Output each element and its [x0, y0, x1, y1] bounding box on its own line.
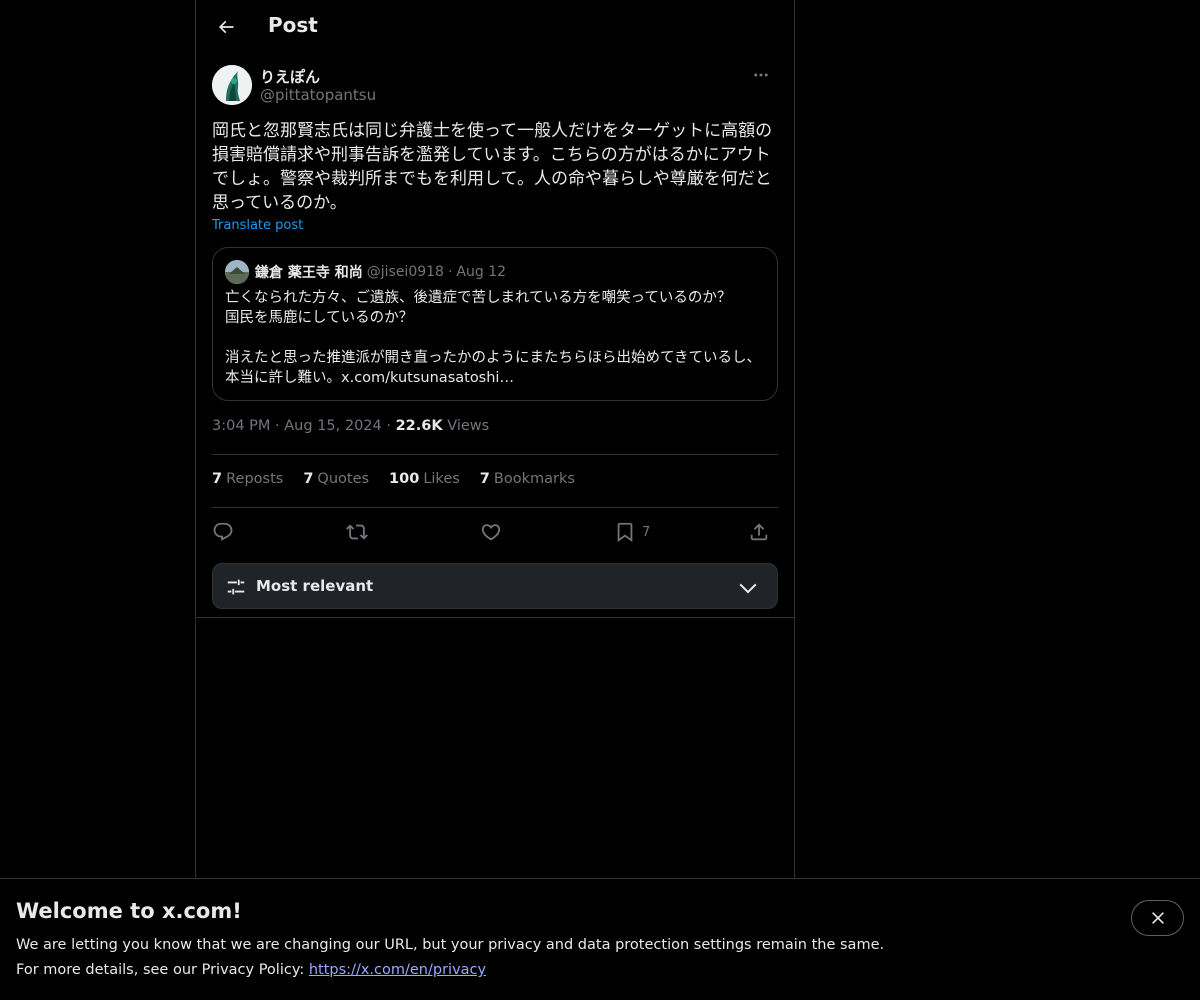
views-label: Views [447, 418, 490, 434]
bookmarks-stat[interactable]: 7 Bookmarks [480, 471, 575, 493]
post-stats: 7 Reposts 7 Quotes 100 Likes 7 Bookmarks [212, 471, 575, 493]
close-banner-button[interactable] [1131, 900, 1184, 936]
quoted-avatar-image-icon [225, 260, 249, 284]
likes-stat[interactable]: 100 Likes [389, 471, 460, 493]
quoted-author-avatar [225, 260, 249, 284]
like-button[interactable] [480, 516, 502, 548]
divider [196, 617, 794, 618]
back-arrow-icon [218, 20, 234, 34]
url-change-banner: Welcome to x.com! We are letting you kno… [0, 878, 1200, 1000]
bookmark-icon [617, 522, 633, 543]
bookmark-button[interactable]: 7 [614, 516, 650, 548]
avatar-image-icon [212, 65, 252, 105]
quoted-author-name: 鎌倉 薬王寺 和尚 [255, 265, 363, 281]
reply-icon [213, 522, 233, 541]
like-icon [481, 524, 501, 541]
page-header: Post [196, 0, 794, 54]
more-options-button[interactable] [744, 64, 778, 86]
meta-separator: · [275, 418, 280, 434]
share-icon [750, 523, 768, 541]
repost-button[interactable] [346, 516, 368, 548]
privacy-policy-link[interactable]: https://x.com/en/privacy [309, 962, 486, 978]
reply-sort-dropdown[interactable]: Most relevant [212, 563, 778, 609]
author-display-name[interactable]: りえぽん [260, 66, 320, 87]
quoted-post-date: Aug 12 [456, 264, 507, 280]
post-text: 岡氏と忽那賢志氏は同じ弁護士を使って一般人だけをターゲットに高額の損害賠償請求や… [212, 121, 773, 213]
quotes-stat[interactable]: 7 Quotes [303, 471, 369, 493]
divider [212, 507, 778, 508]
close-icon [1151, 912, 1164, 924]
back-button[interactable] [208, 9, 244, 45]
quoted-author-handle: @jisei0918 [366, 264, 444, 280]
banner-title: Welcome to x.com! [16, 899, 242, 923]
banner-message: We are letting you know that we are chan… [16, 937, 885, 953]
page-title: Post [268, 13, 318, 37]
bookmark-count: 7 [642, 524, 651, 540]
quoted-post-text: 亡くなられた方々、ご遺族、後遺症で苦しまれている方を嘲笑っているのか？ 国民を馬… [225, 290, 762, 386]
sliders-icon [227, 579, 245, 595]
primary-column: Post りえぽん @pittatopantsu 岡氏と忽那賢志氏は同じ弁護士を… [195, 0, 795, 878]
more-dots-icon [754, 73, 768, 77]
author-avatar[interactable] [212, 65, 252, 105]
chevron-down-icon [739, 583, 757, 594]
post-author: りえぽん @pittatopantsu [212, 64, 778, 108]
post-metadata: 3:04 PM · Aug 15, 2024 · 22.6K Views [212, 418, 489, 434]
quoted-post[interactable]: 鎌倉 薬王寺 和尚 @jisei0918 · Aug 12 亡くなられた方々、ご… [212, 247, 778, 401]
reply-button[interactable] [212, 516, 234, 548]
divider [212, 454, 778, 455]
post-date[interactable]: Aug 15, 2024 [284, 418, 382, 434]
post-actions: 7 [212, 516, 778, 548]
share-button[interactable] [748, 516, 770, 548]
banner-privacy-line: For more details, see our Privacy Policy… [16, 962, 486, 978]
meta-separator: · [386, 418, 391, 434]
quoted-post-header: 鎌倉 薬王寺 和尚 @jisei0918 · Aug 12 [225, 260, 506, 284]
views-count: 22.6K [395, 418, 443, 434]
reposts-stat[interactable]: 7 Reposts [212, 471, 283, 493]
repost-icon [346, 524, 368, 540]
post-time[interactable]: 3:04 PM [212, 418, 270, 434]
sort-label: Most relevant [256, 577, 374, 595]
quoted-separator: · [447, 264, 453, 280]
translate-post-link[interactable]: Translate post [212, 218, 303, 233]
banner-privacy-prefix: For more details, see our Privacy Policy… [16, 962, 309, 978]
author-handle[interactable]: @pittatopantsu [260, 86, 376, 104]
